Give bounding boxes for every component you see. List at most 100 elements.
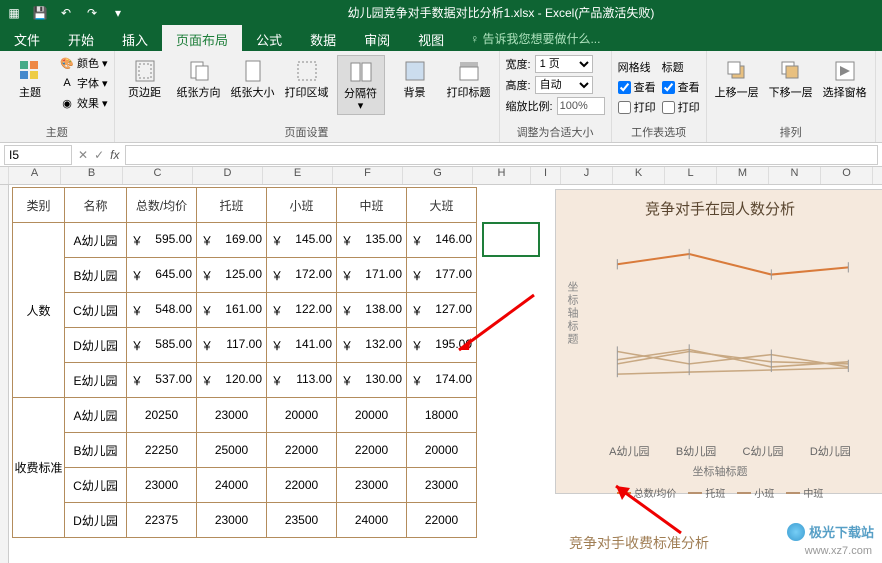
name-cell: D幼儿园	[65, 503, 127, 538]
breaks-icon	[347, 58, 375, 86]
tab-page-layout[interactable]: 页面布局	[162, 25, 242, 51]
name-cell: C幼儿园	[65, 293, 127, 328]
background-button[interactable]: 背景	[391, 55, 439, 101]
name-cell: D幼儿园	[65, 328, 127, 363]
enter-icon[interactable]: ✓	[94, 148, 104, 162]
table-header: 托班	[197, 188, 267, 223]
chart-plot	[566, 231, 874, 431]
value-cell: 23000	[337, 468, 407, 503]
qat-dropdown-icon[interactable]: ▾	[110, 5, 126, 21]
tab-review[interactable]: 审阅	[350, 25, 404, 51]
active-cell[interactable]	[482, 222, 540, 257]
formula-input[interactable]	[125, 145, 878, 165]
col-header[interactable]: M	[717, 167, 769, 184]
data-table: 类别名称总数/均价托班小班中班大班人数A幼儿园￥595.00￥169.00￥14…	[12, 187, 477, 538]
value-cell: ￥174.00	[407, 363, 477, 398]
value-cell: 20000	[407, 433, 477, 468]
value-cell: ￥548.00	[127, 293, 197, 328]
headings-print-checkbox[interactable]	[662, 101, 675, 114]
name-cell: B幼儿园	[65, 258, 127, 293]
col-header[interactable]: D	[193, 167, 263, 184]
group-scale: 调整为合适大小	[506, 122, 605, 140]
group-sheet-options: 工作表选项	[618, 122, 700, 140]
breaks-button[interactable]: 分隔符▾	[337, 55, 385, 115]
gridlines-view-checkbox[interactable]	[618, 81, 631, 94]
value-cell: 23000	[127, 468, 197, 503]
col-header[interactable]: O	[821, 167, 873, 184]
bring-forward-button[interactable]: 上移一层	[713, 55, 761, 101]
colors-button[interactable]: 颜色	[77, 55, 99, 71]
redo-icon[interactable]: ↷	[84, 5, 100, 21]
size-icon	[239, 57, 267, 85]
name-cell: A幼儿园	[65, 223, 127, 258]
forward-icon	[723, 57, 751, 85]
margins-button[interactable]: 页边距	[121, 55, 169, 101]
col-header[interactable]: N	[769, 167, 821, 184]
col-header[interactable]: E	[263, 167, 333, 184]
value-cell: 20250	[127, 398, 197, 433]
send-backward-button[interactable]: 下移一层	[767, 55, 815, 101]
col-header[interactable]: B	[61, 167, 123, 184]
tab-formula[interactable]: 公式	[242, 25, 296, 51]
col-header[interactable]: C	[123, 167, 193, 184]
col-header[interactable]: G	[403, 167, 473, 184]
col-header[interactable]: K	[613, 167, 665, 184]
col-header[interactable]: L	[665, 167, 717, 184]
tab-file[interactable]: 文件	[0, 25, 54, 51]
value-cell: 18000	[407, 398, 477, 433]
tell-me[interactable]: ♀ 告诉我您想要做什么...	[458, 25, 612, 51]
tab-home[interactable]: 开始	[54, 25, 108, 51]
height-select[interactable]: 自动	[535, 76, 593, 94]
chart-xlabel: 坐标轴标题	[556, 459, 882, 479]
group-themes: 主题	[6, 122, 108, 140]
value-cell: ￥141.00	[267, 328, 337, 363]
watermark-logo-icon	[787, 523, 805, 541]
column-headers[interactable]: ABCDEFGHIJKLMNO	[0, 167, 882, 185]
selection-pane-button[interactable]: 选择窗格	[821, 55, 869, 101]
value-cell: ￥132.00	[337, 328, 407, 363]
save-icon[interactable]: 💾	[32, 5, 48, 21]
print-area-button[interactable]: 打印区域	[283, 55, 331, 101]
tab-view[interactable]: 视图	[404, 25, 458, 51]
themes-button[interactable]: 主题	[6, 55, 54, 101]
value-cell: ￥172.00	[267, 258, 337, 293]
table-header: 名称	[65, 188, 127, 223]
value-cell: ￥113.00	[267, 363, 337, 398]
value-cell: 22250	[127, 433, 197, 468]
col-header[interactable]: I	[531, 167, 561, 184]
undo-icon[interactable]: ↶	[58, 5, 74, 21]
group-page-setup: 页面设置	[121, 122, 493, 140]
row-headers[interactable]	[0, 185, 9, 563]
tab-insert[interactable]: 插入	[108, 25, 162, 51]
size-button[interactable]: 纸张大小	[229, 55, 277, 101]
orientation-button[interactable]: 纸张方向	[175, 55, 223, 101]
tab-data[interactable]: 数据	[296, 25, 350, 51]
value-cell: 23000	[407, 468, 477, 503]
effects-button[interactable]: 效果	[77, 95, 99, 111]
print-area-icon	[293, 57, 321, 85]
col-header[interactable]: A	[9, 167, 61, 184]
cancel-icon[interactable]: ✕	[78, 148, 88, 162]
zoom-input[interactable]	[557, 97, 605, 115]
name-cell: E幼儿园	[65, 363, 127, 398]
print-titles-button[interactable]: 打印标题	[445, 55, 493, 101]
category-cell: 人数	[13, 223, 65, 398]
headings-view-checkbox[interactable]	[662, 81, 675, 94]
value-cell: ￥537.00	[127, 363, 197, 398]
fonts-button[interactable]: 字体	[77, 75, 99, 91]
value-cell: 22000	[337, 433, 407, 468]
col-header[interactable]: H	[473, 167, 531, 184]
value-cell: 22000	[267, 433, 337, 468]
col-header[interactable]: J	[561, 167, 613, 184]
chart-people[interactable]: 竞争对手在园人数分析 坐标轴标题 A幼儿园	[555, 189, 882, 494]
fx-label[interactable]: fx	[110, 148, 119, 162]
name-cell: C幼儿园	[65, 468, 127, 503]
category-cell: 收费标准	[13, 398, 65, 538]
name-box[interactable]: I5	[4, 145, 72, 165]
width-select[interactable]: 1 页	[535, 55, 593, 73]
value-cell: 20000	[337, 398, 407, 433]
gridlines-print-checkbox[interactable]	[618, 101, 631, 114]
col-header[interactable]: F	[333, 167, 403, 184]
backward-icon	[777, 57, 805, 85]
height-label: 高度:	[506, 77, 531, 93]
